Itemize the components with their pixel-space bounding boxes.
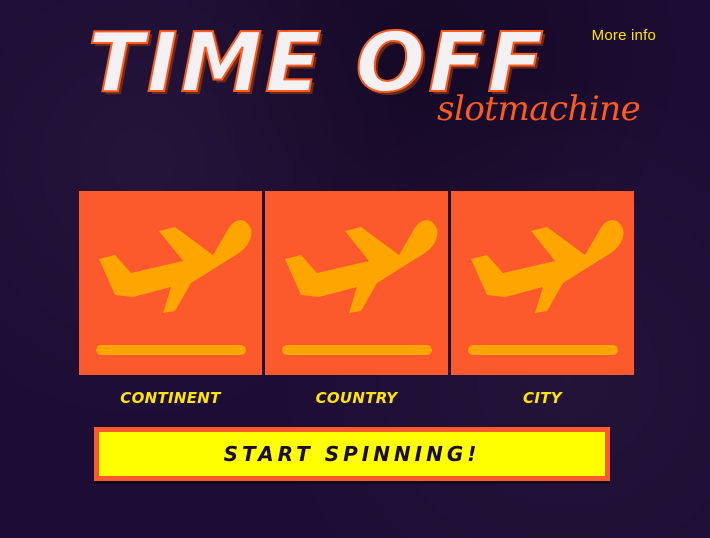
- reel-label-continent: CONTINENT: [120, 389, 221, 407]
- more-info-link[interactable]: More info: [592, 27, 656, 44]
- reel-country: [265, 191, 448, 375]
- reel-labels: CONTINENT COUNTRY CITY: [79, 389, 634, 407]
- reel-label-city: CITY: [523, 389, 562, 407]
- reel-continent: [79, 191, 262, 375]
- start-spinning-button[interactable]: START SPINNING!: [94, 427, 610, 481]
- airplane-takeoff-icon: [468, 220, 624, 355]
- reel-city: [451, 191, 634, 375]
- reel-label-country: COUNTRY: [315, 389, 398, 407]
- slot-reels: [79, 191, 634, 375]
- airplane-takeoff-icon: [282, 220, 438, 355]
- airplane-takeoff-icon: [96, 220, 252, 355]
- app-subtitle: slotmachine: [437, 89, 641, 129]
